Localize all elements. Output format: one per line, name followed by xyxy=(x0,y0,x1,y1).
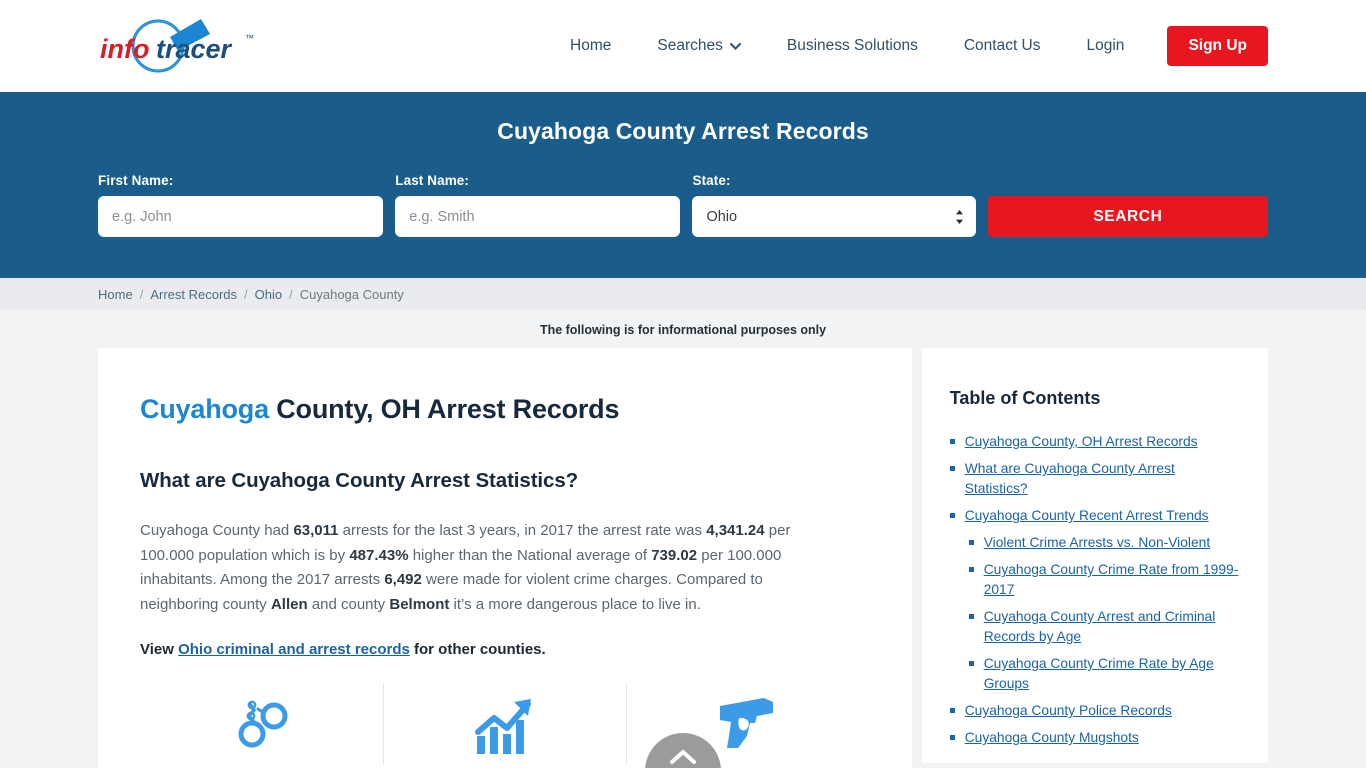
view-line-pre: View xyxy=(140,641,179,658)
main-content-card: Cuyahoga County, OH Arrest Records What … xyxy=(98,348,912,768)
toc-link-recent-arrest-trends[interactable]: Cuyahoga County Recent Arrest Trends xyxy=(965,506,1209,526)
toc-item[interactable]: Violent Crime Arrests vs. Non-Violent xyxy=(968,533,1240,553)
nav-item-contact-us[interactable]: Contact Us xyxy=(941,37,1064,55)
toc-link-records-by-age[interactable]: Cuyahoga County Arrest and Criminal Reco… xyxy=(984,607,1240,647)
breadcrumb-item-current: Cuyahoga County xyxy=(299,286,404,302)
toc-item[interactable]: Cuyahoga County Crime Rate by Age Groups xyxy=(968,654,1240,694)
bullet-square-icon xyxy=(949,439,955,444)
first-name-label: First Name: xyxy=(98,173,174,188)
informational-disclaimer: The following is for informational purpo… xyxy=(0,310,1366,348)
state-label: State: xyxy=(692,173,731,188)
breadcrumb-separator: / xyxy=(139,286,144,302)
bullet-square-icon xyxy=(968,567,974,572)
search-banner: Cuyahoga County Arrest Records First Nam… xyxy=(0,92,1366,278)
toc-link-mugshots[interactable]: Cuyahoga County Mugshots xyxy=(965,728,1139,748)
icon-cell-arrests xyxy=(140,688,383,752)
state-select[interactable]: Ohio xyxy=(692,196,976,237)
bullet-square-icon xyxy=(949,708,955,713)
chevron-up-icon xyxy=(670,750,696,764)
breadcrumb-item-ohio[interactable]: Ohio xyxy=(255,287,282,302)
page-title-rest: County, OH Arrest Records xyxy=(268,394,620,424)
nav-item-business-solutions[interactable]: Business Solutions xyxy=(764,37,941,55)
first-name-input[interactable] xyxy=(98,196,384,237)
icon-cell-trends xyxy=(383,684,626,764)
view-line-post: for other counties. xyxy=(409,641,546,658)
toc-link-crime-rate-by-age-groups[interactable]: Cuyahoga County Crime Rate by Age Groups xyxy=(984,654,1240,694)
last-name-field-group: Last Name: xyxy=(395,173,681,237)
arrest-records-search-form: First Name: Last Name: State: Ohio xyxy=(98,173,1269,237)
statistic-icon-row xyxy=(140,684,870,768)
site-logo[interactable]: info tracer ™ xyxy=(98,15,268,77)
toc-item[interactable]: Cuyahoga County, OH Arrest Records xyxy=(949,432,1240,452)
svg-text:™: ™ xyxy=(245,33,254,43)
stat-arrest-rate: 4,341.24 xyxy=(706,522,765,539)
arrest-statistics-paragraph: Cuyahoga County had 63,011 arrests for t… xyxy=(140,519,840,617)
site-header: info tracer ™ Home Searches Business Sol… xyxy=(0,0,1366,92)
bullet-square-icon xyxy=(968,540,974,545)
toc-list: Cuyahoga County, OH Arrest Records What … xyxy=(949,432,1240,748)
bullet-square-icon xyxy=(949,466,955,471)
toc-item[interactable]: Cuyahoga County Arrest and Criminal Reco… xyxy=(968,607,1240,647)
nav-item-searches-label: Searches xyxy=(657,37,723,54)
trending-up-chart-icon xyxy=(474,699,531,754)
sign-up-button[interactable]: Sign Up xyxy=(1167,26,1268,66)
ohio-criminal-arrest-records-link[interactable]: Ohio criminal and arrest records xyxy=(178,641,410,658)
first-name-field-group: First Name: xyxy=(98,173,384,237)
nav-item-searches[interactable]: Searches xyxy=(634,37,763,55)
bullet-square-icon xyxy=(949,735,955,740)
stat-national-average: 739.02 xyxy=(651,546,698,564)
toc-link-crime-rate-1999-2017[interactable]: Cuyahoga County Crime Rate from 1999-201… xyxy=(984,560,1240,600)
nav-item-home[interactable]: Home xyxy=(547,37,634,55)
svg-text:tracer: tracer xyxy=(156,34,233,64)
page-title: Cuyahoga County, OH Arrest Records xyxy=(140,394,870,425)
infotracer-logo-icon: info tracer ™ xyxy=(100,19,254,73)
content-area: Cuyahoga County, OH Arrest Records What … xyxy=(0,348,1366,768)
toc-item[interactable]: Cuyahoga County Mugshots xyxy=(949,728,1240,748)
bullet-square-icon xyxy=(968,661,974,666)
banner-title: Cuyahoga County Arrest Records xyxy=(497,118,869,144)
para-text: Cuyahoga County had xyxy=(140,522,294,539)
toc-link-arrest-records[interactable]: Cuyahoga County, OH Arrest Records xyxy=(965,432,1198,452)
svg-text:info: info xyxy=(100,34,149,64)
neighbor-county-b: Belmont xyxy=(389,595,450,613)
toc-link-violent-vs-nonviolent[interactable]: Violent Crime Arrests vs. Non-Violent xyxy=(984,533,1210,553)
para-text: it’s a more dangerous place to live in. xyxy=(449,595,701,613)
stat-percent-higher: 487.43% xyxy=(349,546,409,564)
toc-item[interactable]: Cuyahoga County Police Records xyxy=(949,701,1240,721)
stat-violent-arrests: 6,492 xyxy=(384,571,422,588)
breadcrumb-item-home[interactable]: Home xyxy=(98,287,133,302)
handcuffs-icon xyxy=(238,700,288,748)
toc-title: Table of Contents xyxy=(949,388,1101,408)
main-navigation: Home Searches Business Solutions Contact… xyxy=(547,26,1268,66)
toc-item[interactable]: What are Cuyahoga County Arrest Statisti… xyxy=(949,459,1240,499)
bullet-square-icon xyxy=(949,513,955,518)
breadcrumb-separator: / xyxy=(289,286,293,302)
nav-item-login[interactable]: Login xyxy=(1064,37,1148,55)
page-title-accent: Cuyahoga xyxy=(140,394,269,424)
search-button[interactable]: SEARCH xyxy=(987,196,1269,237)
handgun-icon xyxy=(720,698,774,748)
table-of-contents-card: Table of Contents Cuyahoga County, OH Ar… xyxy=(921,348,1268,763)
breadcrumb-separator: / xyxy=(244,286,248,302)
breadcrumb: Home / Arrest Records / Ohio / Cuyahoga … xyxy=(0,278,1366,310)
para-text: higher than the National average of xyxy=(408,546,652,564)
toc-item[interactable]: Cuyahoga County Recent Arrest Trends xyxy=(949,506,1240,526)
chevron-down-icon xyxy=(729,37,741,55)
stat-arrests-total: 63,011 xyxy=(293,522,339,539)
last-name-input[interactable] xyxy=(395,196,681,237)
toc-item[interactable]: Cuyahoga County Crime Rate from 1999-201… xyxy=(968,560,1240,600)
bullet-square-icon xyxy=(968,614,974,619)
para-text: arrests for the last 3 years, in 2017 th… xyxy=(338,522,707,539)
search-button-group: SEARCH xyxy=(987,196,1269,237)
last-name-label: Last Name: xyxy=(395,173,470,188)
para-text: and county xyxy=(307,595,390,613)
state-field-group: State: Ohio xyxy=(692,173,976,237)
section-heading-arrest-statistics: What are Cuyahoga County Arrest Statisti… xyxy=(140,469,579,492)
toc-link-arrest-statistics[interactable]: What are Cuyahoga County Arrest Statisti… xyxy=(965,459,1240,499)
toc-link-police-records[interactable]: Cuyahoga County Police Records xyxy=(965,701,1172,721)
neighbor-county-a: Allen xyxy=(270,595,308,613)
view-other-counties-line: View Ohio criminal and arrest records fo… xyxy=(140,641,870,658)
breadcrumb-item-arrest-records[interactable]: Arrest Records xyxy=(150,287,237,302)
